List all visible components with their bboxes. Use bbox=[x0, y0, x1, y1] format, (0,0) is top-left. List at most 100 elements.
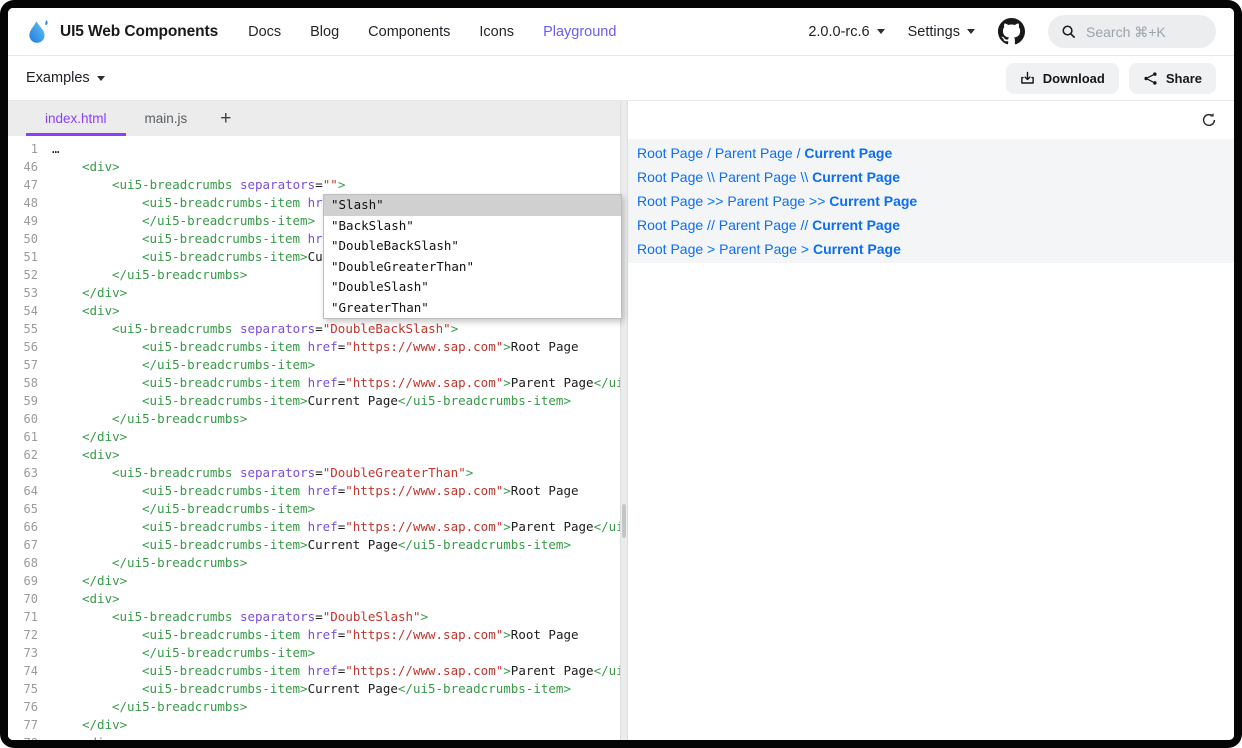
share-button[interactable]: Share bbox=[1129, 63, 1216, 94]
breadcrumb-link[interactable]: Root Page bbox=[637, 193, 703, 209]
download-button[interactable]: Download bbox=[1006, 63, 1119, 94]
breadcrumb-link[interactable]: Root Page bbox=[637, 169, 703, 185]
refresh-icon bbox=[1201, 112, 1217, 128]
code-line[interactable]: 64<ui5-breadcrumbs-item href="https://ww… bbox=[8, 482, 620, 500]
breadcrumb-link[interactable]: Root Page bbox=[637, 217, 703, 233]
code-line[interactable]: 78<div> bbox=[8, 734, 620, 740]
tab-main.js[interactable]: main.js bbox=[126, 101, 207, 136]
settings-dropdown[interactable]: Settings bbox=[908, 24, 975, 40]
code-line[interactable]: 75<ui5-breadcrumbs-item>Current Page</ui… bbox=[8, 680, 620, 698]
github-link[interactable] bbox=[998, 18, 1025, 45]
code-line[interactable]: 76</ui5-breadcrumbs> bbox=[8, 698, 620, 716]
line-number: 78 bbox=[8, 734, 50, 740]
code-line[interactable]: 74<ui5-breadcrumbs-item href="https://ww… bbox=[8, 662, 620, 680]
brand-title: UI5 Web Components bbox=[60, 23, 218, 41]
code-line[interactable]: 58<ui5-breadcrumbs-item href="https://ww… bbox=[8, 374, 620, 392]
breadcrumb-separator: // bbox=[703, 217, 719, 233]
code-line[interactable]: 55<ui5-breadcrumbs separators="DoubleBac… bbox=[8, 320, 620, 338]
examples-label: Examples bbox=[26, 70, 90, 86]
line-number: 77 bbox=[8, 716, 50, 734]
code-line[interactable]: 65</ui5-breadcrumbs-item> bbox=[8, 500, 620, 518]
line-number: 72 bbox=[8, 626, 50, 644]
new-tab-button[interactable]: + bbox=[206, 101, 245, 136]
line-number: 62 bbox=[8, 446, 50, 464]
version-dropdown[interactable]: 2.0.0-rc.6 bbox=[808, 24, 884, 40]
breadcrumb-separator: \\ bbox=[703, 169, 719, 185]
examples-dropdown[interactable]: Examples bbox=[26, 70, 105, 86]
autocomplete-option[interactable]: "DoubleSlash" bbox=[324, 277, 621, 298]
share-icon bbox=[1143, 71, 1158, 86]
code-line[interactable]: 73</ui5-breadcrumbs-item> bbox=[8, 644, 620, 662]
code-line[interactable]: 56<ui5-breadcrumbs-item href="https://ww… bbox=[8, 338, 620, 356]
download-icon bbox=[1020, 71, 1035, 86]
breadcrumb: Root Page > Parent Page > Current Page bbox=[628, 237, 1234, 261]
code-line[interactable]: 70<div> bbox=[8, 590, 620, 608]
line-number: 48 bbox=[8, 194, 50, 212]
search-input[interactable] bbox=[1084, 23, 1194, 41]
code-line[interactable]: 77</div> bbox=[8, 716, 620, 734]
code-line[interactable]: 71<ui5-breadcrumbs separators="DoubleSla… bbox=[8, 608, 620, 626]
code-line[interactable]: 68</ui5-breadcrumbs> bbox=[8, 554, 620, 572]
navbar: UI5 Web Components Docs Blog Components Ico… bbox=[8, 8, 1234, 56]
chevron-down-icon bbox=[97, 76, 105, 81]
breadcrumb-current: Current Page bbox=[813, 241, 901, 257]
chevron-down-icon bbox=[877, 29, 885, 34]
nav-item-docs[interactable]: Docs bbox=[248, 24, 281, 40]
nav-links: Docs Blog Components Icons Playground bbox=[248, 24, 616, 40]
brand[interactable]: UI5 Web Components bbox=[26, 18, 218, 45]
breadcrumb: Root Page \\ Parent Page \\ Current Page bbox=[628, 165, 1234, 189]
code-line[interactable]: 62<div> bbox=[8, 446, 620, 464]
code-line[interactable]: 60</ui5-breadcrumbs> bbox=[8, 410, 620, 428]
line-number: 68 bbox=[8, 554, 50, 572]
autocomplete-option[interactable]: "DoubleGreaterThan" bbox=[324, 257, 621, 278]
nav-item-playground[interactable]: Playground bbox=[543, 24, 616, 40]
search-icon bbox=[1061, 24, 1076, 39]
toolbar-actions: Download Share bbox=[1006, 63, 1216, 94]
line-number: 53 bbox=[8, 284, 50, 302]
breadcrumb-link[interactable]: Parent Page bbox=[719, 217, 797, 233]
breadcrumb-separator: > bbox=[797, 241, 813, 257]
preview-pane: Root Page / Parent Page / Current PageRo… bbox=[628, 101, 1234, 740]
code-line[interactable]: 57</ui5-breadcrumbs-item> bbox=[8, 356, 620, 374]
breadcrumb-current: Current Page bbox=[804, 145, 892, 161]
code-line[interactable]: 63<ui5-breadcrumbs separators="DoubleGre… bbox=[8, 464, 620, 482]
breadcrumb-separator: > bbox=[703, 241, 719, 257]
breadcrumb-link[interactable]: Root Page bbox=[637, 145, 703, 161]
nav-item-components[interactable]: Components bbox=[368, 24, 450, 40]
nav-item-icons[interactable]: Icons bbox=[479, 24, 514, 40]
breadcrumb-link[interactable]: Root Page bbox=[637, 241, 703, 257]
breadcrumb-link[interactable]: Parent Page bbox=[719, 241, 797, 257]
line-number: 75 bbox=[8, 680, 50, 698]
breadcrumb-link[interactable]: Parent Page bbox=[719, 169, 797, 185]
autocomplete-option[interactable]: "DoubleBackSlash" bbox=[324, 236, 621, 257]
line-number: 67 bbox=[8, 536, 50, 554]
search-box[interactable] bbox=[1048, 15, 1216, 48]
breadcrumb-separator: / bbox=[703, 145, 715, 161]
code-line[interactable]: 67<ui5-breadcrumbs-item>Current Page</ui… bbox=[8, 536, 620, 554]
download-label: Download bbox=[1043, 71, 1105, 86]
code-line[interactable]: 59<ui5-breadcrumbs-item>Current Page</ui… bbox=[8, 392, 620, 410]
line-number: 63 bbox=[8, 464, 50, 482]
tab-index.html[interactable]: index.html bbox=[26, 101, 126, 136]
refresh-button[interactable] bbox=[1199, 110, 1219, 130]
breadcrumb-separator: // bbox=[797, 217, 813, 233]
nav-item-blog[interactable]: Blog bbox=[310, 24, 339, 40]
line-number: 73 bbox=[8, 644, 50, 662]
autocomplete-option[interactable]: "Slash" bbox=[324, 195, 621, 216]
line-number: 58 bbox=[8, 374, 50, 392]
code-line[interactable]: 46<div> bbox=[8, 158, 620, 176]
breadcrumb-link[interactable]: Parent Page bbox=[727, 193, 805, 209]
code-line[interactable]: 61</div> bbox=[8, 428, 620, 446]
code-line[interactable]: 1… bbox=[8, 140, 620, 158]
code-line[interactable]: 47<ui5-breadcrumbs separators=""> bbox=[8, 176, 620, 194]
preview-toolbar bbox=[628, 101, 1234, 139]
breadcrumb-link[interactable]: Parent Page bbox=[715, 145, 793, 161]
chevron-down-icon bbox=[967, 29, 975, 34]
autocomplete-option[interactable]: "BackSlash" bbox=[324, 216, 621, 237]
autocomplete-option[interactable]: "GreaterThan" bbox=[324, 298, 621, 319]
version-label: 2.0.0-rc.6 bbox=[808, 24, 869, 40]
code-line[interactable]: 69</div> bbox=[8, 572, 620, 590]
preview-canvas: Root Page / Parent Page / Current PageRo… bbox=[628, 139, 1234, 263]
code-line[interactable]: 66<ui5-breadcrumbs-item href="https://ww… bbox=[8, 518, 620, 536]
code-line[interactable]: 72<ui5-breadcrumbs-item href="https://ww… bbox=[8, 626, 620, 644]
